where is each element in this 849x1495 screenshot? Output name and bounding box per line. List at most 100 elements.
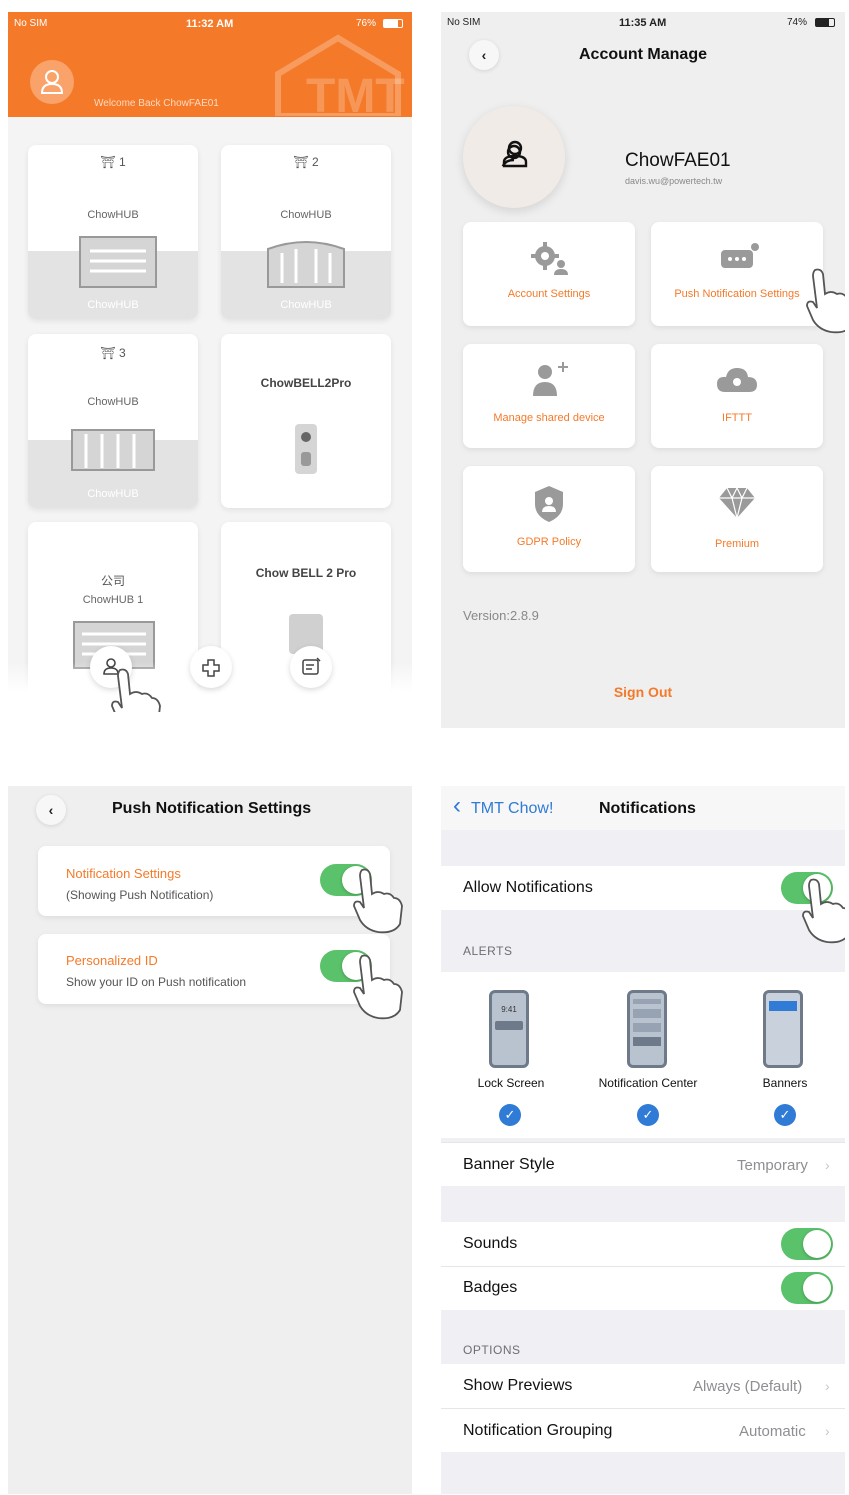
gear-user-icon bbox=[531, 242, 568, 275]
tap-hand-icon bbox=[802, 878, 845, 944]
header-bar: No SIM 11:32 AM 76% TMT Welcome Back Cho… bbox=[8, 12, 412, 117]
lock-screen-option[interactable]: 9:41 Lock Screen ✓ bbox=[469, 988, 553, 1126]
page-title: Push Notification Settings bbox=[112, 800, 312, 817]
notes-button[interactable] bbox=[290, 646, 332, 688]
shield-icon bbox=[535, 486, 563, 522]
user-body-icon bbox=[502, 140, 528, 168]
back-link[interactable]: TMT Chow! bbox=[471, 800, 553, 818]
device-name: ChowHUB 1 bbox=[82, 594, 144, 606]
tile-label: Account Settings bbox=[507, 288, 591, 300]
doorbell-icon bbox=[295, 424, 317, 474]
options-header: OPTIONS bbox=[463, 1343, 521, 1357]
push-notification-settings-tile[interactable]: Push Notification Settings bbox=[651, 222, 823, 326]
notification-grouping-row[interactable]: Notification Grouping Automatic › bbox=[441, 1408, 845, 1452]
toggle-knob bbox=[803, 1274, 831, 1302]
premium-tile[interactable]: Premium bbox=[651, 466, 823, 572]
device-name: ChowHUB bbox=[87, 396, 139, 408]
tile-label: Manage shared device bbox=[493, 412, 605, 424]
option-label: Lock Screen bbox=[477, 1076, 545, 1090]
account-manage-screen: No SIM 11:35 AM 74% ‹ Account Manage Cho… bbox=[441, 12, 845, 728]
sliding-gate-icon bbox=[79, 236, 157, 288]
gate-icon: ⛩ bbox=[100, 346, 116, 360]
device-name: ChowHUB bbox=[280, 209, 332, 221]
notification-settings-row: Notification Settings (Showing Push Noti… bbox=[38, 846, 390, 916]
add-device-button[interactable] bbox=[190, 646, 232, 688]
page-title: Account Manage bbox=[578, 46, 707, 63]
account-settings-tile[interactable]: Account Settings bbox=[463, 222, 635, 326]
row-label: Allow Notifications bbox=[463, 879, 593, 896]
device-card-1[interactable]: ⛩ 1 ChowHUB ChowHUB bbox=[28, 145, 198, 319]
device-number: 3 bbox=[118, 346, 126, 360]
show-previews-row[interactable]: Show Previews Always (Default) › bbox=[441, 1364, 845, 1408]
alerts-header: ALERTS bbox=[463, 944, 513, 958]
chevron-right-icon: › bbox=[825, 1378, 830, 1394]
device-card-3[interactable]: ⛩ 3 ChowHUB ChowHUB bbox=[28, 334, 198, 508]
chat-bubble-icon bbox=[721, 243, 759, 268]
sounds-toggle[interactable] bbox=[781, 1228, 833, 1260]
phone-banners-icon bbox=[763, 990, 803, 1068]
chevron-right-icon: › bbox=[825, 1423, 830, 1439]
tap-hand-icon bbox=[353, 868, 403, 934]
home-screen: No SIM 11:32 AM 76% TMT Welcome Back Cho… bbox=[8, 12, 412, 712]
welcome-text: Welcome Back ChowFAE01 bbox=[94, 98, 219, 109]
toggle-knob bbox=[803, 1230, 831, 1258]
tap-hand-icon bbox=[806, 268, 845, 334]
badges-toggle[interactable] bbox=[781, 1272, 833, 1304]
page-title: Notifications bbox=[599, 800, 696, 817]
chevron-left-icon[interactable]: ‹ bbox=[453, 794, 461, 818]
row-label: Badges bbox=[463, 1279, 518, 1296]
device-name: ChowHUB bbox=[87, 209, 139, 221]
device-tag: ChowHUB bbox=[87, 488, 139, 500]
tile-label: Push Notification Settings bbox=[674, 288, 800, 300]
battery-icon bbox=[383, 19, 403, 28]
swing-gate-icon bbox=[267, 241, 345, 288]
back-button[interactable]: ‹ bbox=[36, 795, 66, 825]
avatar[interactable] bbox=[30, 60, 74, 104]
row-label: Banner Style bbox=[463, 1156, 555, 1173]
row-title: Personalized ID bbox=[66, 953, 158, 968]
badges-row: Badges bbox=[441, 1266, 845, 1310]
device-tag: ChowHUB bbox=[280, 299, 332, 311]
gate-icon: ⛩ bbox=[100, 155, 116, 169]
battery-icon bbox=[815, 18, 835, 27]
row-label: Sounds bbox=[463, 1235, 518, 1252]
row-value: Temporary bbox=[737, 1157, 808, 1174]
tap-hand-icon bbox=[353, 954, 403, 1020]
sign-out-button[interactable]: Sign Out bbox=[441, 684, 845, 700]
row-subtitle: Show your ID on Push notification bbox=[66, 975, 247, 989]
checkmark-icon: ✓ bbox=[637, 1104, 659, 1126]
push-notification-settings-screen: ‹ Push Notification Settings Notificatio… bbox=[8, 786, 412, 1494]
add-icon bbox=[202, 659, 220, 677]
tile-label: IFTTT bbox=[722, 412, 752, 424]
fence-gate-icon bbox=[71, 429, 155, 471]
ios-notifications-screen: ‹ TMT Chow! Notifications Allow Notifica… bbox=[441, 786, 845, 1494]
phone-notification-center-icon bbox=[627, 990, 667, 1068]
ifttt-tile[interactable]: IFTTT bbox=[651, 344, 823, 448]
nav-bar: ‹ TMT Chow! Notifications bbox=[441, 786, 845, 830]
username: ChowFAE01 bbox=[625, 150, 731, 171]
chevron-right-icon: › bbox=[825, 1157, 830, 1173]
allow-notifications-row: Allow Notifications bbox=[441, 866, 845, 910]
notification-center-option[interactable]: Notification Center ✓ bbox=[599, 988, 697, 1126]
status-time: 11:35 AM bbox=[619, 17, 667, 29]
banner-style-row[interactable]: Banner Style Temporary › bbox=[441, 1142, 845, 1186]
house-logo-icon: TMT bbox=[275, 34, 405, 116]
sounds-row: Sounds bbox=[441, 1222, 845, 1266]
device-number: 1 bbox=[118, 155, 126, 169]
tap-hand-icon bbox=[111, 668, 161, 712]
device-title: ChowBELL2Pro bbox=[260, 376, 352, 390]
gdpr-policy-tile[interactable]: GDPR Policy bbox=[463, 466, 635, 572]
alerts-section: 9:41 Lock Screen ✓ Notification Center ✓… bbox=[441, 972, 845, 1138]
device-card-4[interactable]: ChowBELL2Pro bbox=[221, 334, 391, 508]
tile-label: Premium bbox=[714, 538, 759, 550]
status-time: 11:32 AM bbox=[186, 18, 234, 30]
add-user-icon bbox=[533, 362, 568, 396]
banners-option[interactable]: Banners ✓ bbox=[743, 988, 827, 1126]
device-tag: ChowHUB bbox=[87, 299, 139, 311]
manage-shared-device-tile[interactable]: Manage shared device bbox=[463, 344, 635, 448]
device-number: 公司 bbox=[100, 574, 125, 588]
row-label: Show Previews bbox=[463, 1377, 573, 1394]
device-card-2[interactable]: ⛩ 2 ChowHUB ChowHUB bbox=[221, 145, 391, 319]
lock-screen-time: 9:41 bbox=[501, 1005, 517, 1014]
option-label: Notification Center bbox=[598, 1076, 698, 1090]
